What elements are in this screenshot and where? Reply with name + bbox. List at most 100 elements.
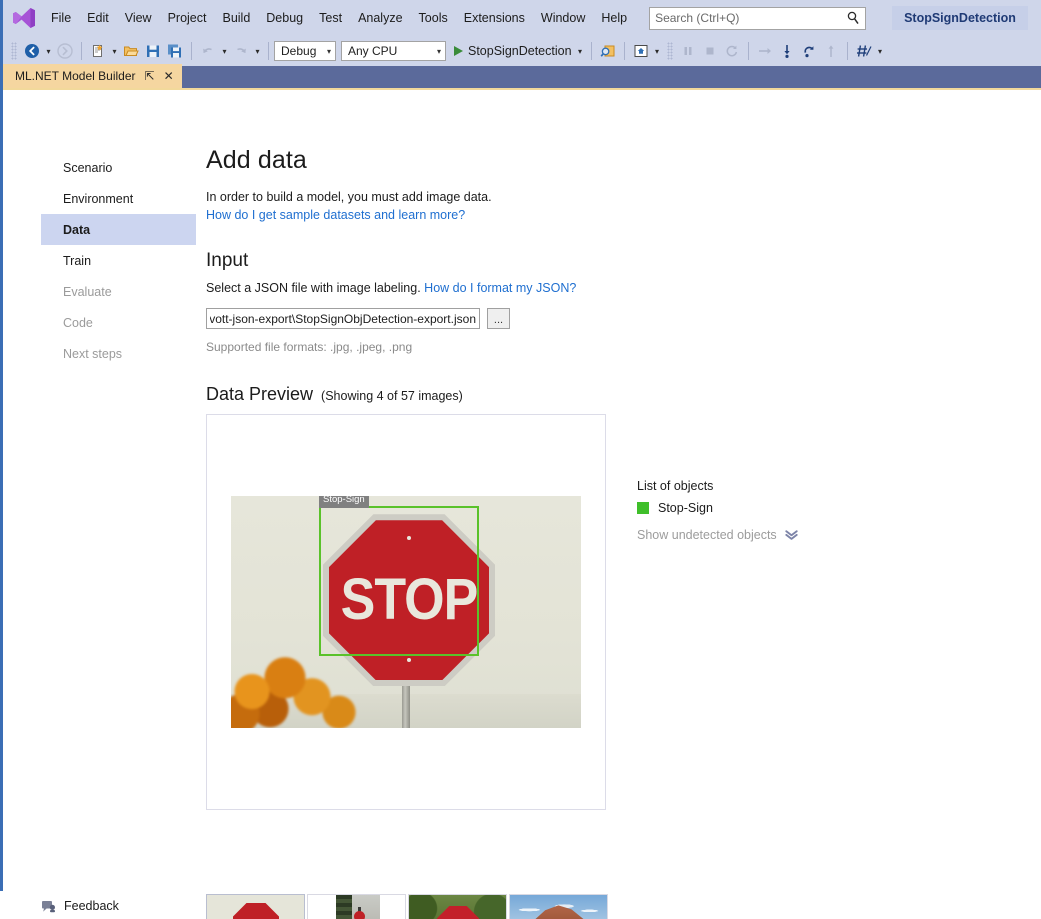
menu-window[interactable]: Window	[533, 7, 593, 29]
file-picker-row: ...	[206, 308, 1041, 329]
input-description-text: Select a JSON file with image labeling.	[206, 281, 421, 295]
thumbnail-4[interactable]	[509, 894, 608, 919]
preview-window-dropdown[interactable]: ▾	[652, 40, 663, 62]
toolbar-separator	[847, 42, 848, 60]
sidebar-item-environment[interactable]: Environment	[41, 183, 196, 214]
thumbnail-strip: STOP STOP	[206, 894, 608, 919]
pin-icon[interactable]: ⇱	[145, 70, 155, 82]
platform-dropdown[interactable]: Any CPU ▾	[341, 41, 446, 61]
navigate-back-icon[interactable]	[21, 40, 43, 62]
debug-toolbar-grip[interactable]	[667, 42, 673, 60]
navigate-back-dropdown[interactable]: ▾	[43, 40, 54, 62]
menu-edit[interactable]: Edit	[79, 7, 117, 29]
menu-extensions[interactable]: Extensions	[456, 7, 533, 29]
image-autumn-foliage	[231, 652, 369, 728]
data-preview-count: (Showing 4 of 57 images)	[321, 389, 463, 403]
save-all-icon[interactable]	[164, 40, 186, 62]
chevron-double-down-icon	[785, 530, 798, 540]
undo-icon	[197, 40, 219, 62]
toolbar-separator	[624, 42, 625, 60]
show-undetected-objects-toggle[interactable]: Show undetected objects	[637, 528, 887, 542]
restart-icon	[721, 40, 743, 62]
objects-panel-title: List of objects	[637, 479, 887, 493]
search-box[interactable]	[649, 7, 866, 30]
search-input[interactable]	[650, 8, 865, 29]
close-icon[interactable]: ✕	[164, 70, 174, 82]
menu-help[interactable]: Help	[593, 7, 635, 29]
thumb2-hedge	[336, 895, 352, 919]
save-icon[interactable]	[142, 40, 164, 62]
run-button[interactable]: StopSignDetection	[451, 44, 575, 58]
platform-value: Any CPU	[348, 44, 397, 58]
browse-button[interactable]: ...	[487, 308, 510, 329]
toolbar-separator	[591, 42, 592, 60]
run-target-label: StopSignDetection	[468, 44, 572, 58]
visual-studio-logo-icon	[11, 7, 37, 29]
sidebar-item-code: Code	[41, 307, 196, 338]
menu-view[interactable]: View	[117, 7, 160, 29]
document-tab-strip: ML.NET Model Builder ⇱ ✕	[3, 66, 1041, 90]
sidebar-item-train[interactable]: Train	[41, 245, 196, 276]
toolbar-overflow-button[interactable]: ▾	[875, 40, 886, 62]
menu-file[interactable]: File	[43, 7, 79, 29]
pause-icon	[677, 40, 699, 62]
json-path-input[interactable]	[206, 308, 480, 329]
sidebar-item-evaluate: Evaluate	[41, 276, 196, 307]
sample-datasets-link[interactable]: How do I get sample datasets and learn m…	[206, 208, 465, 222]
undo-dropdown: ▾	[219, 40, 230, 62]
redo-dropdown: ▾	[252, 40, 263, 62]
menu-test[interactable]: Test	[311, 7, 350, 29]
preview-window-icon[interactable]	[630, 40, 652, 62]
thumb2-stop-sign	[354, 911, 365, 919]
sidebar-item-next-steps: Next steps	[41, 338, 196, 369]
menu-analyze[interactable]: Analyze	[350, 7, 410, 29]
object-label: Stop-Sign	[658, 501, 713, 515]
sidebar-item-data[interactable]: Data	[41, 214, 196, 245]
menu-bar: File Edit View Project Build Debug Test …	[3, 0, 1041, 36]
page-title: Add data	[206, 146, 1041, 175]
bounding-box: Stop-Sign	[319, 506, 479, 656]
thumbnail-3[interactable]: STOP	[408, 894, 507, 919]
tab-label: ML.NET Model Builder	[15, 69, 136, 83]
preview-image[interactable]: STOP Stop-Sign	[231, 496, 581, 728]
step-out-icon[interactable]	[798, 40, 820, 62]
tab-ml-net-model-builder[interactable]: ML.NET Model Builder ⇱ ✕	[3, 64, 182, 88]
new-item-dropdown[interactable]: ▾	[109, 40, 120, 62]
configuration-value: Debug	[281, 44, 316, 58]
thumbnail-1[interactable]: STOP	[206, 894, 305, 919]
main-content: Add data In order to build a model, you …	[206, 146, 1041, 919]
sidebar-item-scenario[interactable]: Scenario	[41, 152, 196, 183]
step-up-icon	[820, 40, 842, 62]
step-over-icon	[754, 40, 776, 62]
run-dropdown[interactable]: ▾	[575, 40, 586, 62]
toolbar-grip[interactable]	[11, 42, 17, 60]
find-in-files-icon[interactable]	[597, 40, 619, 62]
page-description: In order to build a model, you must add …	[206, 188, 1041, 224]
menu-debug[interactable]: Debug	[258, 7, 311, 29]
configuration-dropdown[interactable]: Debug ▾	[274, 41, 336, 61]
play-icon	[454, 46, 463, 56]
step-into-icon[interactable]	[776, 40, 798, 62]
wizard-steps-sidebar: Scenario Environment Data Train Evaluate…	[41, 152, 196, 369]
toolbar-separator	[268, 42, 269, 60]
menu-build[interactable]: Build	[214, 7, 258, 29]
feedback-button[interactable]: Feedback	[41, 899, 119, 913]
object-legend-item[interactable]: Stop-Sign	[637, 501, 887, 515]
open-folder-icon[interactable]	[120, 40, 142, 62]
thumbnail-2[interactable]	[307, 894, 406, 919]
format-json-link[interactable]: How do I format my JSON?	[424, 281, 576, 295]
visual-studio-window: File Edit View Project Build Debug Test …	[0, 0, 1041, 891]
line-numbers-icon[interactable]	[853, 40, 875, 62]
chevron-down-icon: ▾	[437, 47, 441, 56]
new-item-icon[interactable]	[87, 40, 109, 62]
feedback-icon	[41, 899, 56, 913]
menu-project[interactable]: Project	[160, 7, 215, 29]
menu-tools[interactable]: Tools	[411, 7, 456, 29]
bounding-box-label: Stop-Sign	[319, 496, 369, 507]
project-name-chip[interactable]: StopSignDetection	[892, 6, 1028, 30]
thumb2-photo	[336, 895, 380, 919]
supported-formats-text: Supported file formats: .jpg, .jpeg, .pn…	[206, 340, 1041, 354]
data-preview-heading: Data Preview	[206, 384, 313, 405]
feedback-label: Feedback	[64, 899, 119, 913]
stop-icon	[699, 40, 721, 62]
